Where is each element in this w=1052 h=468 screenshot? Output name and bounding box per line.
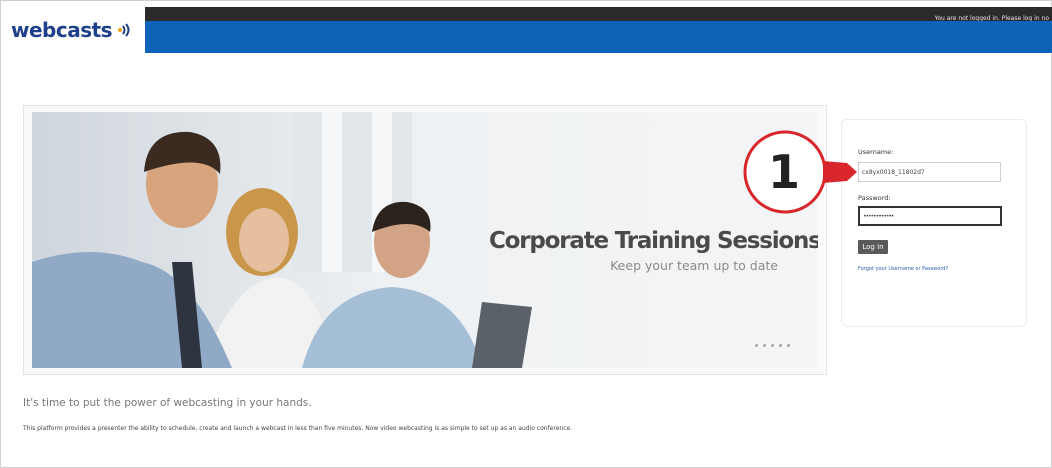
carousel-dot[interactable] — [787, 344, 790, 347]
carousel-dot[interactable] — [779, 344, 782, 347]
tagline: It's time to put the power of webcasting… — [23, 397, 312, 409]
hero-slide: Corporate Training Sessions Keep your te… — [32, 112, 818, 368]
logo-text: webcasts — [11, 18, 113, 42]
carousel-dot[interactable] — [763, 344, 766, 347]
carousel-dot[interactable] — [755, 344, 758, 347]
forgot-credentials-link[interactable]: Forgot your Username or Password? — [858, 266, 948, 272]
top-status-bar: You are not logged in. Please log in no — [145, 7, 1052, 22]
browser-frame: webcasts You are not logged in. Please l… — [0, 0, 1052, 468]
hero-subtitle: Keep your team up to date — [610, 258, 778, 273]
site-logo[interactable]: webcasts — [7, 7, 145, 53]
carousel-dot[interactable] — [771, 344, 774, 347]
callout-number: 1 — [767, 145, 800, 199]
carousel-indicators — [755, 344, 790, 347]
hero-title: Corporate Training Sessions — [489, 228, 818, 254]
hero-carousel: Corporate Training Sessions Keep your te… — [23, 105, 827, 375]
header-banner — [145, 21, 1052, 53]
login-button[interactable]: Log In — [858, 240, 888, 254]
username-field[interactable]: cx8yx0018_11802d7 — [858, 162, 1001, 182]
description-text: This platform provides a presenter the a… — [23, 425, 573, 432]
login-panel: Username: cx8yx0018_11802d7 Password: ••… — [841, 119, 1027, 327]
password-field[interactable]: •••••••••••• — [858, 206, 1002, 226]
broadcast-waves-icon — [118, 23, 130, 37]
